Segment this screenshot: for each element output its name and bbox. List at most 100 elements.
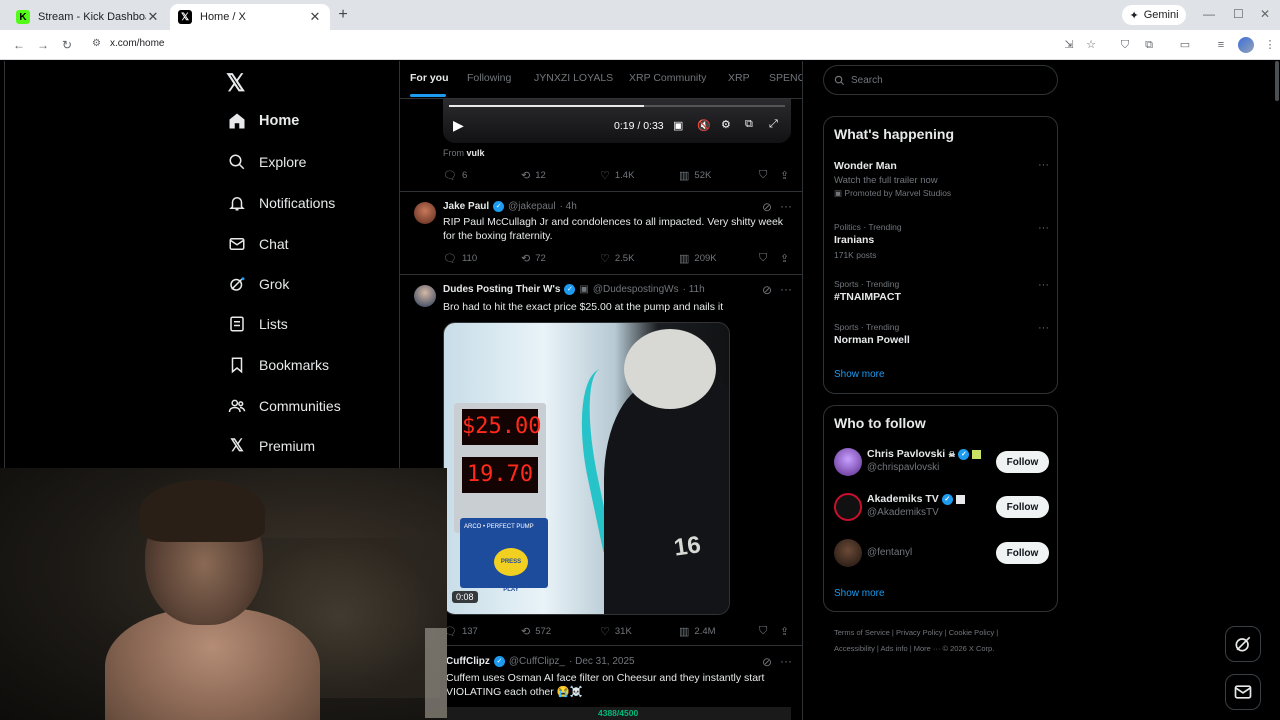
search-input[interactable]: Search — [823, 65, 1058, 95]
avatar[interactable] — [834, 448, 862, 476]
tab-for-you[interactable]: For you — [410, 72, 449, 84]
tweet-author-handle[interactable]: @jakepaul — [508, 201, 555, 212]
trend-item[interactable]: Sports · Trending #TNAIMPACT ··· — [834, 279, 1049, 305]
captions-icon[interactable]: ▣ — [673, 119, 683, 132]
mute-icon[interactable]: 🔇 — [697, 119, 711, 132]
shield-icon[interactable]: ⛉ — [1117, 37, 1133, 53]
pip-icon[interactable]: ⧉ — [745, 118, 753, 131]
minimize-icon[interactable]: — — [1203, 7, 1215, 21]
like-button[interactable]: ♡ 2.5K — [600, 252, 634, 265]
nav-explore[interactable]: Explore — [227, 147, 306, 177]
bookmark-button[interactable]: ⛉ — [759, 169, 767, 182]
follow-suggestion[interactable]: Akademiks TV ✓ @AkademiksTV Follow — [834, 493, 1049, 523]
nav-bookmarks[interactable]: Bookmarks — [227, 350, 329, 380]
scrollbar-thumb[interactable] — [1275, 61, 1279, 101]
tweet-time[interactable]: · Dec 31, 2025 — [569, 656, 635, 667]
nav-communities[interactable]: Communities — [227, 391, 341, 421]
more-options-icon[interactable]: ··· — [780, 199, 792, 213]
more-options-icon[interactable]: ··· — [1038, 159, 1049, 171]
extensions-icon[interactable]: ⧉ — [1141, 37, 1157, 53]
tweet-author-handle[interactable]: @CuffClipz_ — [509, 656, 565, 667]
reply-button[interactable]: 🗨 137 — [443, 625, 478, 638]
address-bar[interactable]: x.com/home — [110, 38, 164, 49]
follow-button[interactable]: Follow — [996, 496, 1049, 518]
share-button[interactable]: ⇪ — [780, 625, 789, 638]
tweet-media-preview[interactable]: 4388/4500 — [447, 707, 791, 720]
follow-suggestion[interactable]: Chris Pavlovski ☠ ✓ @chrispavlovski Foll… — [834, 448, 1049, 478]
video-player[interactable]: ▶ 0:19 / 0:33 ▣ 🔇 ⚙ ⧉ ⤢ — [443, 99, 791, 143]
tweet-author-name[interactable]: CuffClipz — [446, 656, 490, 667]
follow-button[interactable]: Follow — [996, 542, 1049, 564]
video-progress-bar[interactable] — [449, 105, 785, 107]
grok-icon[interactable]: ⊘ — [762, 655, 772, 669]
reply-button[interactable]: 🗨 6 — [443, 169, 467, 182]
nav-grok[interactable]: Grok — [227, 269, 289, 299]
like-button[interactable]: ♡ 1.4K — [600, 169, 634, 182]
trend-item[interactable]: Wonder Man Watch the full trailer now ▣ … — [834, 159, 1049, 199]
nav-premium[interactable]: 𝕏 Premium — [227, 431, 315, 461]
back-icon[interactable]: ← — [11, 37, 27, 53]
tweet-video[interactable]: $25.00 19.70 ARCO • PERFECT PUMP PRESS P… — [443, 322, 730, 615]
more-options-icon[interactable]: ··· — [1038, 222, 1049, 234]
scrollbar[interactable] — [1274, 61, 1280, 720]
browser-tab-kick[interactable]: K Stream - Kick Dashboard ✕ — [8, 4, 168, 30]
close-icon[interactable]: ✕ — [308, 9, 322, 25]
reply-button[interactable]: 🗨 110 — [443, 252, 477, 265]
tab-following[interactable]: Following — [467, 72, 511, 84]
close-window-icon[interactable]: ✕ — [1260, 7, 1270, 21]
star-icon[interactable]: ☆ — [1083, 37, 1099, 53]
follow-suggestion[interactable]: @fentanyl Follow — [834, 539, 1049, 569]
like-button[interactable]: ♡ 31K — [600, 625, 632, 638]
bookmark-button[interactable]: ⛉ — [759, 252, 767, 265]
repost-button[interactable]: ⟲ 72 — [521, 252, 546, 265]
follow-button[interactable]: Follow — [996, 451, 1049, 473]
play-icon[interactable]: ▶ — [453, 117, 464, 134]
more-options-icon[interactable]: ··· — [1038, 322, 1049, 334]
from-source-link[interactable]: vulk — [467, 148, 485, 158]
footer-links[interactable]: Accessibility | Ads info | More ··· © 20… — [834, 644, 994, 653]
forward-icon[interactable]: → — [35, 37, 51, 53]
gemini-button[interactable]: ✦ Gemini — [1122, 5, 1186, 25]
more-options-icon[interactable]: ··· — [780, 282, 792, 296]
views-button[interactable]: ▥ 2.4M — [679, 625, 716, 638]
tab-jynxzi-loyals[interactable]: JYNXZI LOYALS — [534, 72, 613, 84]
more-options-icon[interactable]: ··· — [1038, 279, 1049, 291]
footer-links[interactable]: Terms of Service | Privacy Policy | Cook… — [834, 628, 998, 637]
show-more-link[interactable]: Show more — [834, 369, 885, 380]
settings-icon[interactable]: ⚙ — [721, 118, 731, 131]
reload-icon[interactable]: ↻ — [59, 37, 75, 53]
tab-speng[interactable]: SPENG — [769, 72, 802, 84]
views-button[interactable]: ▥ 209K — [679, 252, 717, 265]
install-icon[interactable]: ⇲ — [1061, 37, 1077, 53]
maximize-icon[interactable]: ☐ — [1233, 7, 1244, 21]
bookmark-button[interactable]: ⛉ — [759, 625, 767, 638]
media-icon[interactable]: ≡ — [1213, 37, 1229, 53]
nav-notifications[interactable]: Notifications — [227, 188, 335, 218]
profile-avatar[interactable] — [1238, 37, 1254, 53]
more-options-icon[interactable]: ··· — [780, 654, 792, 668]
views-button[interactable]: ▥ 52K — [679, 169, 711, 182]
site-info-icon[interactable]: ⚙ — [92, 38, 104, 50]
avatar[interactable] — [834, 539, 862, 567]
fullscreen-icon[interactable]: ⤢ — [769, 118, 778, 131]
tweet-author-handle[interactable]: @DudespostingWs — [593, 284, 679, 295]
tab-xrp-community[interactable]: XRP Community — [629, 72, 706, 84]
trend-item[interactable]: Politics · Trending Iranians 171K posts … — [834, 222, 1049, 261]
repost-button[interactable]: ⟲ 572 — [521, 625, 551, 638]
grok-icon[interactable]: ⊘ — [762, 200, 772, 214]
nav-home[interactable]: Home — [227, 106, 299, 136]
new-tab-button[interactable]: + — [334, 6, 352, 24]
x-logo[interactable]: 𝕏 — [226, 69, 245, 98]
browser-tab-x[interactable]: 𝕏 Home / X ✕ — [170, 4, 330, 30]
tweet-author-name[interactable]: Dudes Posting Their W's — [443, 284, 560, 295]
messages-float-button[interactable] — [1225, 674, 1261, 710]
show-more-link[interactable]: Show more — [834, 588, 885, 599]
nav-chat[interactable]: Chat — [227, 229, 289, 259]
avatar[interactable] — [414, 202, 436, 224]
avatar[interactable] — [414, 285, 436, 307]
trend-item[interactable]: Sports · Trending Norman Powell ··· — [834, 322, 1049, 348]
repost-button[interactable]: ⟲ 12 — [521, 169, 546, 182]
menu-icon[interactable]: ⋮ — [1262, 37, 1278, 53]
nav-lists[interactable]: Lists — [227, 309, 288, 339]
tab-xrp[interactable]: XRP — [728, 72, 750, 84]
